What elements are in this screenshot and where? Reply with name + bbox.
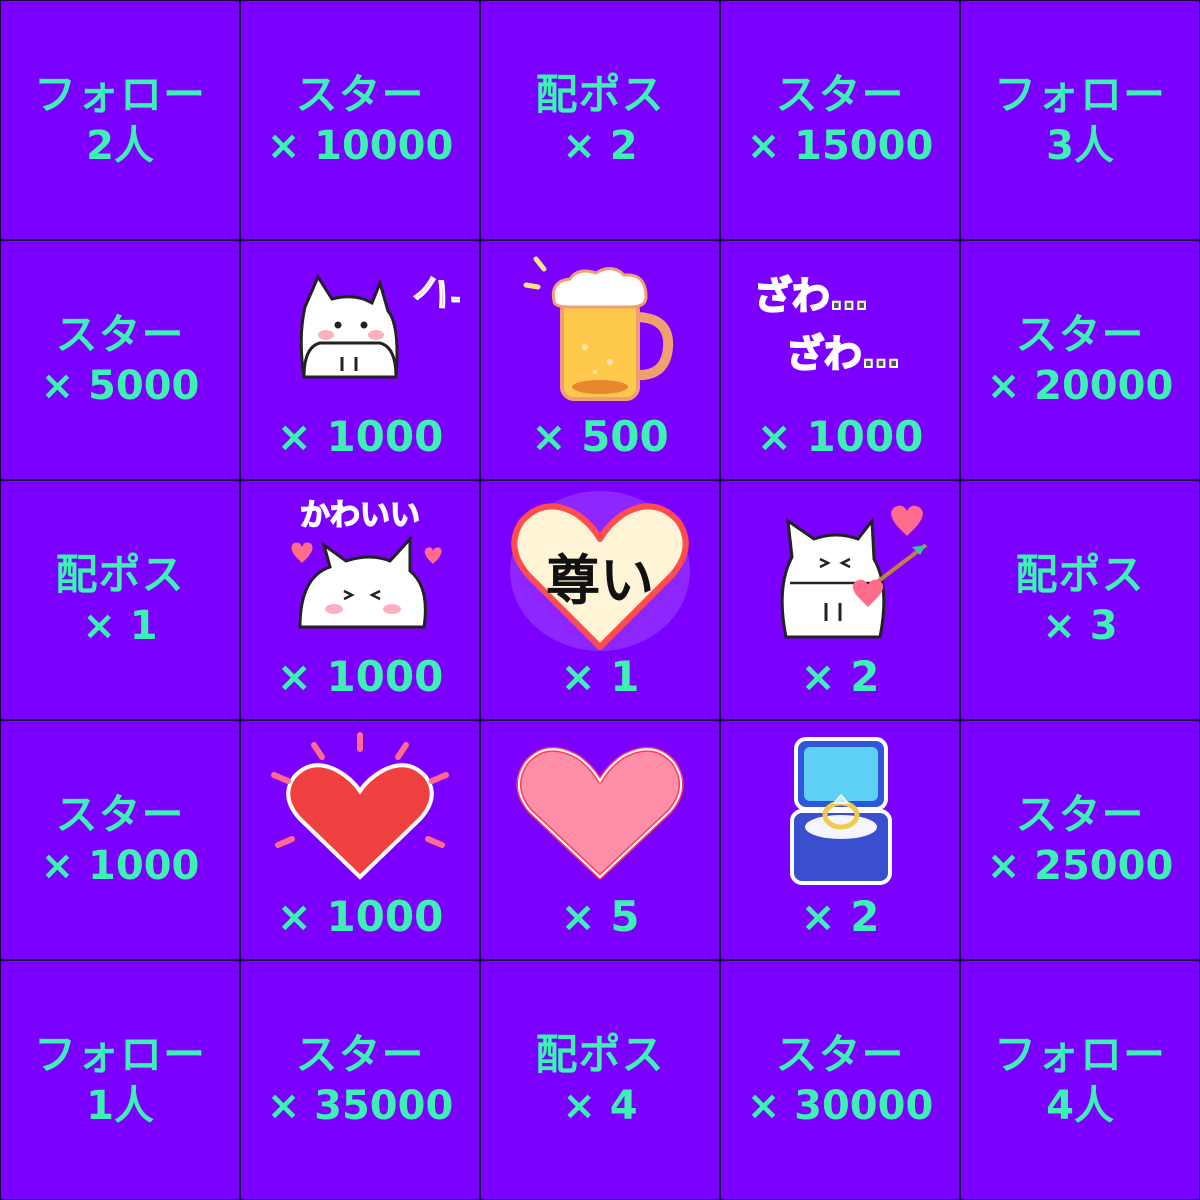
cell-count: × 1 xyxy=(82,603,158,650)
bingo-cell-follow-2: フォロー 2人 xyxy=(0,0,240,240)
cell-label: スター xyxy=(1015,309,1145,359)
bingo-cell-ring-box: × 2 xyxy=(720,720,960,960)
bingo-cell-cat-hai: ハイ！ × 1000 xyxy=(240,240,480,480)
bingo-cell-star-1000: スター × 1000 xyxy=(0,720,240,960)
cell-quantity: × 1000 xyxy=(276,652,444,701)
zawazawa-icon: ざわ… ざわ… xyxy=(753,273,901,377)
cell-label: スター xyxy=(1015,789,1145,839)
cell-label: スター xyxy=(55,789,185,839)
cell-label: フォロー xyxy=(993,1029,1166,1079)
cell-label: フォロー xyxy=(33,1029,206,1079)
bingo-cell-cat-kawaii: かわいい × 1000 xyxy=(240,480,480,720)
cell-count: × 4 xyxy=(562,1083,638,1130)
bingo-cell-follow-1: フォロー 1人 xyxy=(0,960,240,1200)
cell-label: スター xyxy=(775,1029,905,1079)
cell-label: スター xyxy=(55,309,185,359)
bingo-cell-star-25000: スター × 25000 xyxy=(960,720,1200,960)
toutoi-heart-icon: 尊い xyxy=(510,491,690,651)
bingo-cell-star-20000: スター × 20000 xyxy=(960,240,1200,480)
bingo-cell-cat-cupid: × 2 xyxy=(720,480,960,720)
bingo-cell-red-heart: × 1000 xyxy=(240,720,480,960)
cell-label: スター xyxy=(295,1029,425,1079)
bingo-cell-star-35000: スター × 35000 xyxy=(240,960,480,1200)
cell-count: × 20000 xyxy=(986,363,1174,410)
sticker-text: 尊い xyxy=(546,548,654,612)
cell-label: スター xyxy=(295,69,425,119)
bingo-cell-star-30000: スター × 30000 xyxy=(720,960,960,1200)
cell-quantity: × 500 xyxy=(531,412,669,461)
red-heart-icon xyxy=(271,732,449,880)
cell-label: フォロー xyxy=(33,69,206,119)
cell-count: 1人 xyxy=(86,1083,154,1130)
bingo-cell-follow-3: フォロー 3人 xyxy=(960,0,1200,240)
cell-quantity: × 1000 xyxy=(756,412,924,461)
cell-label: 配ポス xyxy=(1015,549,1145,599)
cell-count: × 10000 xyxy=(266,123,454,170)
bingo-cell-follow-4: フォロー 4人 xyxy=(960,960,1200,1200)
cell-count: × 35000 xyxy=(266,1083,454,1130)
pink-heart-icon xyxy=(516,746,684,880)
bingo-cell-zawazawa: ざわ… ざわ… × 1000 xyxy=(720,240,960,480)
cat-kawaii-icon: かわいい xyxy=(291,497,442,629)
cell-count: × 15000 xyxy=(746,123,934,170)
cell-quantity: × 1000 xyxy=(276,412,444,461)
sticker-text: かわいい xyxy=(300,498,420,533)
ring-box-icon xyxy=(790,737,892,885)
cell-label: スター xyxy=(775,69,905,119)
cell-count: × 5000 xyxy=(40,363,200,410)
cell-count: 2人 xyxy=(86,123,154,170)
cell-label: フォロー xyxy=(993,69,1166,119)
cell-quantity: × 2 xyxy=(800,892,880,941)
cell-quantity: × 5 xyxy=(560,892,640,941)
cell-count: × 25000 xyxy=(986,843,1174,890)
bingo-grid: フォロー 2人 スター × 10000 配ポス × 2 スター × 15000 … xyxy=(0,0,1200,1200)
bingo-cell-haipos-2: 配ポス × 2 xyxy=(480,0,720,240)
cat-cupid-icon xyxy=(780,505,928,639)
bingo-cell-star-5000: スター × 5000 xyxy=(0,240,240,480)
bingo-cell-star-15000: スター × 15000 xyxy=(720,0,960,240)
cell-count: 3人 xyxy=(1046,123,1114,170)
bingo-cell-haipos-1: 配ポス × 1 xyxy=(0,480,240,720)
bingo-cell-star-10000: スター × 10000 xyxy=(240,0,480,240)
cell-label: 配ポス xyxy=(535,1029,665,1079)
bingo-cell-pink-heart: × 5 xyxy=(480,720,720,960)
sticker-text-2: ざわ… xyxy=(786,332,900,376)
bingo-cell-beer: × 500 xyxy=(480,240,720,480)
cell-quantity: × 2 xyxy=(800,652,880,701)
bingo-cell-haipos-3: 配ポス × 3 xyxy=(960,480,1200,720)
sticker-text: ハイ！ xyxy=(409,267,460,342)
cell-count: × 2 xyxy=(562,123,638,170)
cat-hai-icon: ハイ！ xyxy=(299,266,460,379)
cell-count: × 1000 xyxy=(40,843,200,890)
cell-count: 4人 xyxy=(1046,1083,1114,1130)
bingo-cell-haipos-4: 配ポス × 4 xyxy=(480,960,720,1200)
cell-label: 配ポス xyxy=(535,69,665,119)
cell-count: × 3 xyxy=(1042,603,1118,650)
cell-quantity: × 1 xyxy=(560,652,640,701)
cell-quantity: × 1000 xyxy=(276,892,444,941)
cell-label: 配ポス xyxy=(55,549,185,599)
sticker-text-1: ざわ… xyxy=(754,274,868,318)
bingo-cell-toutoi: 尊い × 1 xyxy=(480,480,720,720)
beer-mug-icon xyxy=(523,256,674,401)
cell-count: × 30000 xyxy=(746,1083,934,1130)
